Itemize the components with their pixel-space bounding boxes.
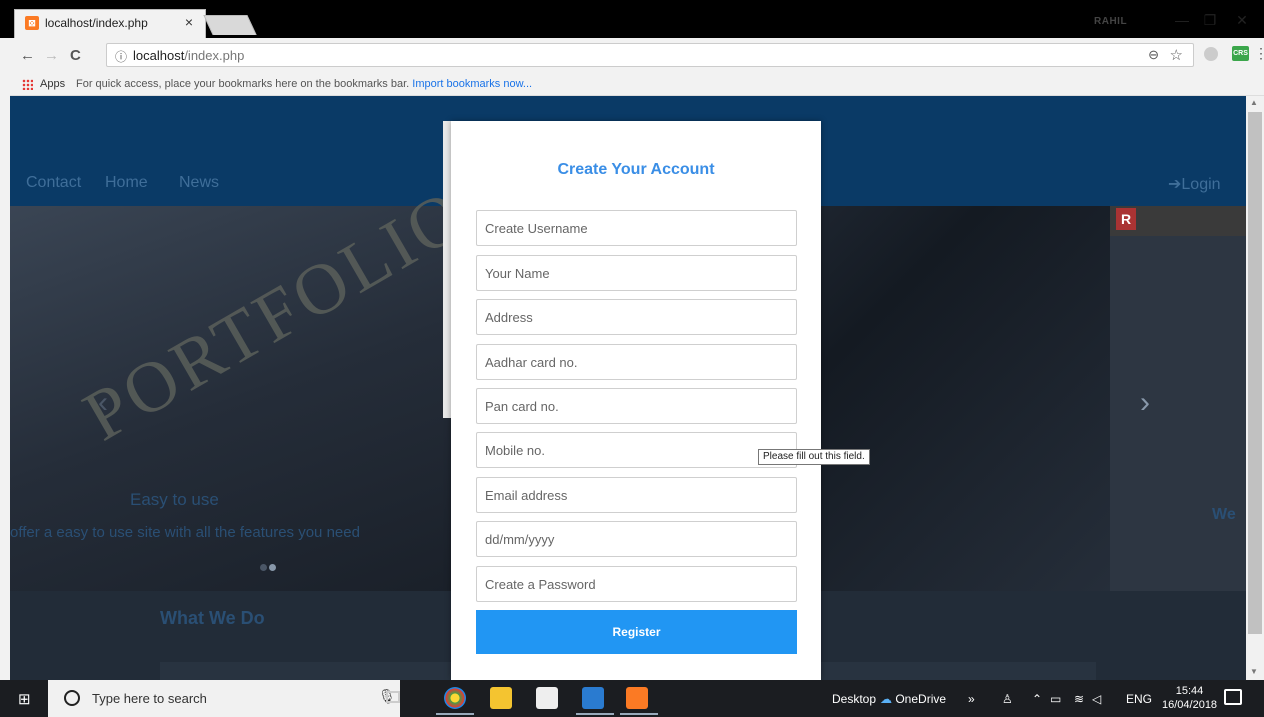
action-center-icon[interactable] [1224, 689, 1242, 705]
chrome-menu-icon[interactable]: ⋮ [1254, 45, 1264, 62]
show-hidden-icons[interactable]: ⌃ [1032, 692, 1042, 706]
forward-icon[interactable]: → [44, 47, 59, 64]
bookmark-star-icon[interactable]: ☆ [1170, 46, 1183, 64]
tab-title: localhost/index.php [45, 16, 148, 30]
carousel-prev-icon[interactable]: ‹ [98, 386, 108, 420]
address-input[interactable] [476, 299, 797, 335]
language-indicator[interactable]: ENG [1126, 692, 1152, 706]
mobile-input[interactable] [476, 432, 797, 468]
onedrive-label: OneDrive [895, 692, 947, 706]
wifi-icon[interactable]: ≋ [1074, 692, 1084, 706]
extension-icon[interactable] [1204, 47, 1218, 61]
desktop-toolbar[interactable]: Desktop [832, 692, 876, 706]
username-input[interactable] [476, 210, 797, 246]
onedrive-tray[interactable]: ☁ OneDrive [880, 692, 946, 706]
nav-home[interactable]: Home [105, 174, 148, 192]
tab-strip: ⊠ localhost/index.php × RAHIL — ❐ ✕ [0, 0, 1264, 38]
aadhar-input[interactable] [476, 344, 797, 380]
pan-input[interactable] [476, 388, 797, 424]
volume-icon[interactable]: ◁ [1092, 692, 1101, 706]
apps-link[interactable]: Apps [40, 78, 65, 90]
hero-title: Easy to use [130, 490, 219, 509]
browser-tab[interactable]: ⊠ localhost/index.php × [14, 9, 206, 38]
task-view-icon[interactable] [386, 691, 400, 703]
windows-taskbar: ⊞ Type here to search 🎙 Desktop ☁ OneDri… [0, 680, 1264, 717]
page-scrollbar[interactable]: ▲ ▼ [1246, 96, 1264, 680]
scroll-thumb[interactable] [1248, 112, 1262, 634]
preview-r-icon: R [1116, 208, 1136, 230]
url-text: localhost/index.php [133, 48, 244, 63]
cortana-icon [64, 690, 80, 706]
reload-icon[interactable]: C [70, 47, 81, 64]
preview-text: We [1212, 506, 1236, 523]
login-label: Login [1181, 176, 1221, 193]
chrome-taskbar-icon[interactable] [444, 687, 466, 709]
crs-extension-icon[interactable]: CRS [1232, 46, 1249, 61]
carousel-indicators [260, 558, 278, 576]
xampp-active-indicator [620, 713, 658, 715]
address-bar[interactable]: ⓘ localhost/index.php ⊖ ☆ [106, 43, 1194, 67]
scroll-up-icon[interactable]: ▲ [1250, 98, 1258, 107]
login-link[interactable]: ➔Login [1168, 174, 1221, 194]
profile-name[interactable]: RAHIL [1094, 16, 1127, 27]
vscode-icon[interactable] [582, 687, 604, 709]
register-button[interactable]: Register [476, 610, 797, 654]
validation-tooltip: Please fill out this field. [758, 449, 870, 465]
store-icon[interactable] [536, 687, 558, 709]
import-bookmarks-link[interactable]: Import bookmarks now... [412, 78, 532, 90]
new-tab-button[interactable] [203, 15, 257, 35]
xampp-favicon-icon: ⊠ [25, 16, 39, 30]
onedrive-cloud-icon: ☁ [880, 692, 892, 706]
dob-input[interactable] [476, 521, 797, 557]
url-host: localhost [133, 48, 185, 63]
screen: ⊠ localhost/index.php × RAHIL — ❐ ✕ ← → … [0, 0, 1264, 717]
hero-subtitle: offer a easy to use site with all the fe… [10, 524, 360, 541]
email-input[interactable] [476, 477, 797, 513]
bookmarks-hint-text: For quick access, place your bookmarks h… [76, 78, 410, 90]
apps-grid-icon[interactable] [22, 79, 33, 90]
name-input[interactable] [476, 255, 797, 291]
carousel-dot-active[interactable] [269, 564, 276, 571]
nav-contact[interactable]: Contact [26, 174, 81, 192]
clock-time: 15:44 [1175, 685, 1204, 697]
battery-icon[interactable]: ▭ [1050, 692, 1061, 706]
web-page: Contact Home News ➔Login PORTFOLIO R We … [10, 96, 1246, 680]
vscode-active-indicator [576, 713, 614, 715]
browser-toolbar: ← → C ⓘ localhost/index.php ⊖ ☆ [10, 38, 1264, 74]
back-icon[interactable]: ← [20, 47, 35, 64]
people-icon[interactable]: ♙ [1002, 692, 1013, 706]
login-icon: ➔ [1168, 176, 1182, 193]
close-window-button[interactable]: ✕ [1222, 12, 1262, 29]
scroll-down-icon[interactable]: ▼ [1250, 667, 1258, 676]
url-path: /index.php [184, 48, 245, 63]
what-we-do-heading: What We Do [160, 608, 265, 628]
clock[interactable]: 15:44 16/04/2018 [1162, 684, 1217, 712]
info-icon[interactable]: ⓘ [115, 48, 127, 65]
file-explorer-icon[interactable] [490, 687, 512, 709]
bookmarks-hint: For quick access, place your bookmarks h… [76, 78, 532, 90]
carousel-dot[interactable] [260, 564, 267, 571]
nav-news[interactable]: News [179, 174, 219, 192]
taskbar-search[interactable]: Type here to search 🎙 [48, 680, 400, 717]
xampp-taskbar-icon[interactable] [626, 687, 648, 709]
windows-start-icon[interactable]: ⊞ [18, 690, 31, 708]
modal-title: Create Your Account [557, 161, 715, 178]
next-slide-preview [1110, 206, 1246, 591]
password-input[interactable] [476, 566, 797, 602]
chrome-active-indicator [436, 713, 474, 715]
tab-close-icon[interactable]: × [185, 14, 193, 30]
zoom-icon[interactable]: ⊖ [1148, 47, 1159, 63]
signup-modal: Create Your Account Register [451, 121, 821, 680]
clock-date: 16/04/2018 [1162, 699, 1218, 711]
taskbar-search-placeholder: Type here to search [92, 691, 207, 706]
tray-overflow-icon[interactable]: » [968, 692, 975, 706]
carousel-next-icon[interactable]: › [1140, 386, 1150, 420]
bookmarks-bar: Apps For quick access, place your bookma… [10, 74, 1264, 96]
